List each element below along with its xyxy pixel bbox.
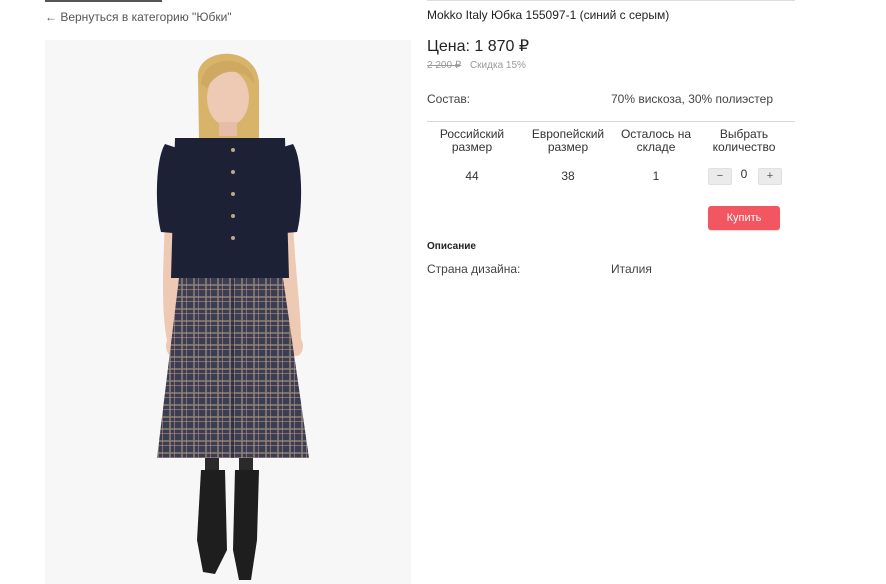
quantity-value[interactable]: 0 <box>736 167 752 181</box>
quantity-plus-button[interactable]: + <box>758 168 782 185</box>
composition-label: Состав: <box>427 92 471 106</box>
old-price-row: 2 200 ₽ Скидка 15% <box>427 60 526 71</box>
quantity-stepper: − 0 + <box>708 167 782 185</box>
cell-eu-size: 38 <box>561 169 575 183</box>
product-photo <box>45 40 411 584</box>
cell-stock: 1 <box>652 169 660 183</box>
country-label: Страна дизайна: <box>427 262 521 276</box>
cell-ru-size: 44 <box>465 169 479 183</box>
product-title: Mokko Italy Юбка 155097-1 (синий с серым… <box>427 8 670 22</box>
table-divider <box>427 121 795 122</box>
price-row: Цена: 1 870 ₽ <box>427 36 529 56</box>
tab-underline <box>45 0 162 2</box>
price-label: Цена: <box>427 38 470 55</box>
quantity-minus-button[interactable]: − <box>708 168 732 185</box>
description-heading: Описание <box>427 241 476 252</box>
discount-label: Скидка 15% <box>469 60 526 71</box>
back-to-category-link[interactable]: ← Вернуться в категорию "Юбки" <box>45 10 232 24</box>
header-quantity: Выбрать количество <box>712 127 776 154</box>
old-price: 2 200 ₽ <box>427 60 462 71</box>
model-illustration <box>156 53 309 580</box>
currency-symbol: ₽ <box>518 38 530 55</box>
composition-value: 70% вискоза, 30% полиэстер <box>611 92 773 106</box>
country-value: Италия <box>611 262 652 276</box>
header-eu-size: Европейский размер <box>531 127 605 154</box>
header-stock: Осталось на складе <box>620 127 692 154</box>
buy-button[interactable]: Купить <box>708 206 780 230</box>
price-value: 1 870 <box>474 38 515 55</box>
header-ru-size: Российский размер <box>439 127 505 154</box>
header-divider <box>427 0 795 1</box>
